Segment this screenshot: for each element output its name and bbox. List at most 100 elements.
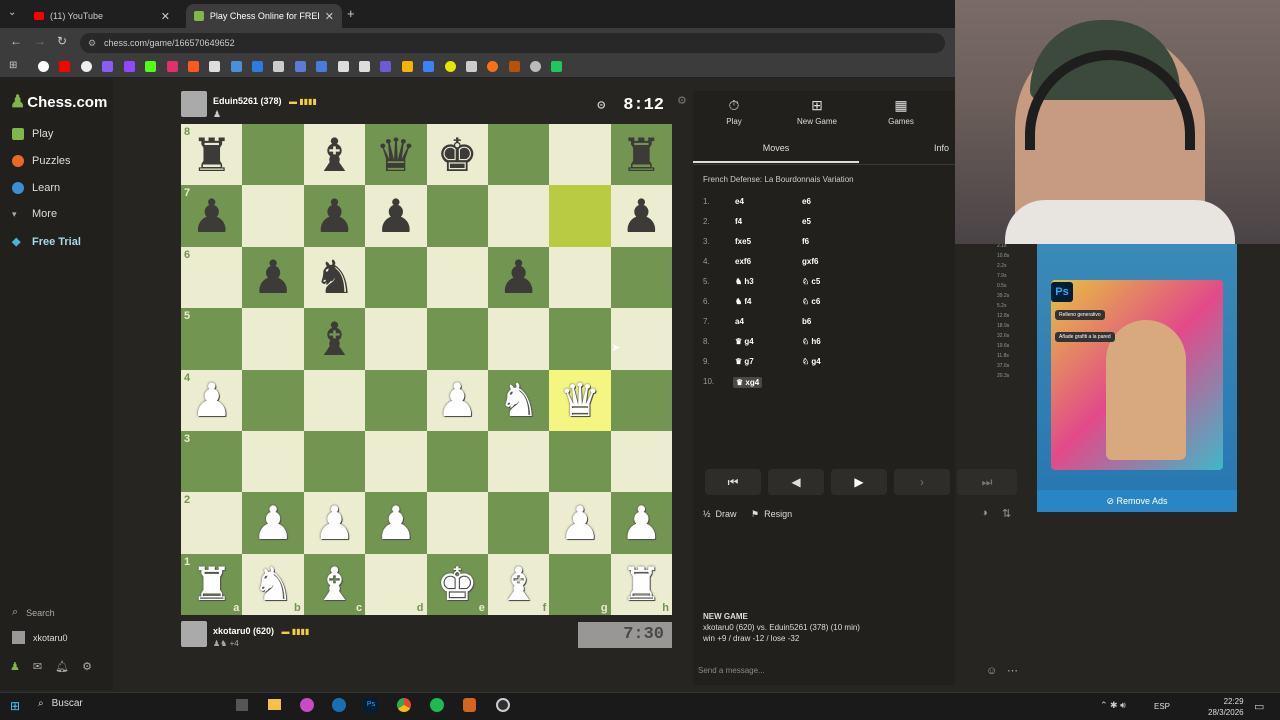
square-h4[interactable] xyxy=(610,369,672,431)
black-pawn-icon[interactable]: ♟ xyxy=(191,193,232,239)
back-icon[interactable]: ← xyxy=(10,34,22,48)
square-h5[interactable] xyxy=(610,308,672,370)
square-e4[interactable]: ♟ xyxy=(426,369,488,431)
square-b4[interactable] xyxy=(242,369,304,431)
white-pawn-icon[interactable]: ♟ xyxy=(621,500,662,546)
black-move[interactable]: ♘ c6 xyxy=(802,297,820,306)
black-pawn-icon[interactable]: ♟ xyxy=(314,193,355,239)
square-f3[interactable] xyxy=(487,430,550,493)
bookmark-icon[interactable] xyxy=(124,61,135,72)
bookmark-icon[interactable] xyxy=(423,61,434,72)
avatar[interactable] xyxy=(181,91,207,117)
white-rook-icon[interactable]: ♜ xyxy=(191,561,232,607)
square-b7[interactable] xyxy=(242,185,304,247)
square-a2[interactable]: 2 xyxy=(181,492,243,554)
obs-icon[interactable] xyxy=(496,698,510,712)
black-pawn-icon[interactable]: ♟ xyxy=(621,193,662,239)
bookmark-icon[interactable] xyxy=(273,61,284,72)
white-move[interactable]: ♛ xg4 xyxy=(733,377,763,388)
black-king-icon[interactable]: ♚ xyxy=(437,132,478,178)
square-f2[interactable] xyxy=(487,492,550,554)
square-c3[interactable] xyxy=(303,430,366,493)
new-tab-icon[interactable]: + xyxy=(347,6,355,21)
white-move[interactable]: ♞ f4 xyxy=(735,297,752,306)
white-pawn-icon[interactable]: ♟ xyxy=(252,500,293,546)
forward-move-button[interactable]: › xyxy=(894,469,950,495)
square-c5[interactable]: ♝ xyxy=(303,308,366,370)
avatar[interactable] xyxy=(181,621,207,647)
settings-icon[interactable]: ⚙ xyxy=(82,660,92,673)
next-move-button[interactable]: ▶︎ xyxy=(831,469,887,495)
emoji-icon[interactable]: ☺ xyxy=(986,659,997,683)
square-g4[interactable]: ♛ xyxy=(549,369,611,431)
bookmark-icon[interactable] xyxy=(102,61,113,72)
photoshop-icon[interactable]: Ps xyxy=(364,698,378,712)
spotify-icon[interactable] xyxy=(430,698,444,712)
black-move[interactable]: f6 xyxy=(802,237,809,246)
black-rook-icon[interactable]: ♜ xyxy=(621,132,662,178)
square-g3[interactable] xyxy=(549,430,611,493)
square-h7[interactable]: ♟ xyxy=(610,185,672,247)
square-h1[interactable]: h ♜ xyxy=(610,553,672,615)
white-knight-icon[interactable]: ♞ xyxy=(498,377,539,423)
white-move[interactable]: ♛ g7 xyxy=(735,357,754,366)
chess-logo[interactable]: ♟ Chess.com xyxy=(10,92,107,112)
bookmark-icon[interactable] xyxy=(209,61,220,72)
bookmark-icon[interactable] xyxy=(466,61,477,72)
square-h2[interactable]: ♟ xyxy=(610,492,672,554)
flip-board-icon[interactable]: ⇅ xyxy=(1002,507,1011,520)
site-info-icon[interactable]: ⚙ xyxy=(88,33,96,53)
tab-moves[interactable]: Moves xyxy=(693,143,859,163)
black-move[interactable]: e5 xyxy=(802,217,811,226)
white-bishop-icon[interactable]: ♝ xyxy=(498,561,539,607)
url-input[interactable]: ⚙ chess.com/game/166570649652 xyxy=(80,33,945,53)
apps-icon[interactable]: ⊞ xyxy=(9,60,17,71)
square-a7[interactable]: 7 ♟ xyxy=(181,185,243,247)
black-move[interactable]: ♘ g4 xyxy=(802,357,821,366)
black-bishop-icon[interactable]: ♝ xyxy=(314,132,355,178)
square-e6[interactable] xyxy=(426,246,488,309)
square-d8[interactable]: ♛ xyxy=(365,124,427,186)
square-e5[interactable] xyxy=(426,308,488,370)
square-e3[interactable] xyxy=(426,430,488,493)
windows-start-icon[interactable]: ⊞ xyxy=(10,699,20,713)
square-e7[interactable] xyxy=(426,185,488,247)
black-move[interactable]: ♘ c5 xyxy=(802,277,820,286)
square-c8[interactable]: ♝ xyxy=(303,124,366,186)
analysis-icon[interactable]: ◑ xyxy=(981,507,988,519)
white-move[interactable]: fxe5 xyxy=(735,237,751,246)
square-h6[interactable] xyxy=(610,246,672,309)
square-b3[interactable] xyxy=(242,430,304,493)
close-tab-icon[interactable]: ✕ xyxy=(161,10,170,23)
black-move[interactable]: ♘ h6 xyxy=(802,337,821,346)
browser-tab-chess[interactable]: Play Chess Online for FREE - 2 ✕ xyxy=(186,4,342,28)
square-g2[interactable]: ♟ xyxy=(549,492,611,554)
square-b1[interactable]: b ♞ xyxy=(242,553,304,615)
white-rook-icon[interactable]: ♜ xyxy=(621,561,662,607)
bookmark-icon[interactable] xyxy=(530,61,541,72)
square-a4[interactable]: 4 ♟ xyxy=(181,369,243,431)
black-move[interactable]: gxf6 xyxy=(802,257,818,266)
square-e2[interactable] xyxy=(426,492,488,554)
tab-games[interactable]: ▦ Games xyxy=(866,97,936,126)
reload-icon[interactable]: ↻ xyxy=(57,34,67,48)
square-f7[interactable] xyxy=(487,185,550,247)
sidebar-item-puzzles[interactable]: Puzzles xyxy=(12,155,71,167)
white-move[interactable]: e4 xyxy=(735,197,744,206)
bookmark-icon[interactable] xyxy=(551,61,562,72)
chrome-icon[interactable] xyxy=(397,698,411,712)
black-queen-icon[interactable]: ♛ xyxy=(375,132,416,178)
square-a3[interactable]: 3 xyxy=(181,430,243,493)
bookmark-icon[interactable] xyxy=(509,61,520,72)
bookmark-icon[interactable] xyxy=(338,61,349,72)
file-explorer-icon[interactable] xyxy=(268,699,281,710)
square-b6[interactable]: ♟ xyxy=(242,246,304,309)
bookmark-icon[interactable] xyxy=(59,61,70,72)
bookmark-icon[interactable] xyxy=(380,61,391,72)
white-pawn-icon[interactable]: ♟ xyxy=(559,500,600,546)
more-options-icon[interactable]: ⋯ xyxy=(1007,659,1018,683)
white-move[interactable]: ♛ g4 xyxy=(735,337,754,346)
opening-name[interactable]: French Defense: La Bourdonnais Variation xyxy=(703,175,854,184)
remove-ads-button[interactable]: ⊘ Remove Ads xyxy=(1037,490,1237,512)
sidebar-item-more[interactable]: ▾ More xyxy=(12,208,57,220)
